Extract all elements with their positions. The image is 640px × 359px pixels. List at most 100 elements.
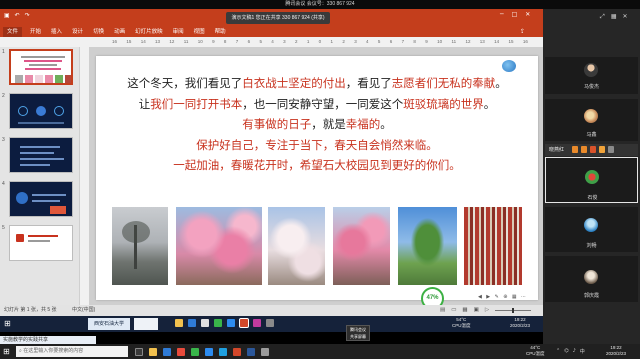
powerpoint-icon[interactable]	[233, 348, 241, 356]
members-icon[interactable]	[599, 146, 605, 153]
slide-thumbnail-panel: 1 2 3 4 5	[0, 47, 79, 305]
search-icon: ⌕	[19, 348, 22, 354]
app-icon[interactable]	[261, 348, 269, 356]
white-blossom-photo	[268, 207, 325, 285]
highlighted-text: 保护好自己，专注于当下，春天自会悄然来临。	[196, 139, 438, 152]
pink-blossom-photo	[176, 207, 262, 285]
more-icon[interactable]	[608, 146, 614, 153]
ribbon-tab[interactable]: 插入	[49, 27, 64, 37]
system-tray: ⌃ ⌬ ♪ 中	[556, 348, 585, 355]
slideshow-icon[interactable]: ▷	[485, 305, 489, 316]
participant-tile[interactable]: 马俊杰	[545, 57, 638, 94]
browser-icon[interactable]	[163, 348, 171, 356]
slide-thumbnail-1[interactable]	[9, 49, 73, 85]
screen-share-banner[interactable]: 演示文稿1 您正在共享 330 867 924 (共享)	[226, 12, 330, 24]
zoom-slider[interactable]	[495, 308, 532, 313]
participant-tile[interactable]: 郭庆霞	[545, 256, 638, 302]
close-icon[interactable]: ✕	[622, 13, 627, 21]
wechat-icon[interactable]	[191, 348, 199, 356]
cpu-temperature-label: CPU温度	[452, 323, 471, 328]
ribbon-tab[interactable]: 设计	[70, 27, 85, 37]
maximize-icon[interactable]: □	[512, 11, 518, 18]
powerpoint-icon[interactable]	[239, 318, 249, 328]
windows-start-icon[interactable]: ⊞	[4, 317, 11, 331]
task-view-icon[interactable]	[135, 348, 143, 356]
ribbon-tab[interactable]: 幻灯片放映	[133, 27, 165, 37]
app-icon[interactable]	[177, 348, 185, 356]
network-icon[interactable]: ⌬	[564, 348, 568, 355]
windows-start-icon[interactable]: ⊞	[3, 344, 10, 359]
app-icon[interactable]	[201, 319, 209, 327]
ribbon-tab[interactable]: 动画	[112, 27, 127, 37]
ribbon-tab[interactable]: 帮助	[213, 27, 228, 37]
thumbnail-number: 2	[2, 93, 5, 99]
slide-thumbnail-4[interactable]	[9, 181, 73, 217]
browser-icon[interactable]	[188, 319, 196, 327]
folder-icon[interactable]	[149, 348, 157, 356]
save-icon[interactable]: ▣	[4, 12, 10, 19]
avatar	[584, 270, 598, 284]
grid-icon[interactable]: ▦	[512, 293, 517, 302]
wechat-icon[interactable]	[214, 319, 222, 327]
more-icon[interactable]: ⋯	[521, 293, 526, 302]
previous-icon[interactable]: ◀	[478, 293, 482, 302]
input-method-icon[interactable]: 中	[580, 348, 585, 355]
normal-view-icon[interactable]: ▦	[462, 305, 467, 316]
ribbon-tab[interactable]: 切换	[91, 27, 106, 37]
taskbar-app-button[interactable]	[134, 318, 158, 330]
reading-view-icon[interactable]: ▣	[474, 305, 479, 316]
active-speaker-name: 晓燕红	[549, 147, 565, 153]
ribbon-tab[interactable]: 审阅	[171, 27, 186, 37]
taskbar-app-chip[interactable]: 西安石油大学	[88, 318, 130, 330]
close-icon[interactable]: ✕	[525, 11, 530, 18]
chevron-up-icon[interactable]: ⌃	[556, 348, 560, 355]
avatar	[584, 218, 598, 232]
ruler-tick-label: 2	[342, 39, 345, 44]
ribbon-tab[interactable]: 开始	[28, 27, 43, 37]
next-icon[interactable]: ▶	[486, 293, 490, 302]
folder-icon[interactable]	[175, 319, 183, 327]
slide-text-line: 有事做的日子，就是幸福的。	[96, 115, 538, 136]
ruler-labels: 16 15 14 13 12 11 10 9 8 7 6 5 4 3 2 1 0 1 2 3 4 5 6 7 8 9 10 11 12 1…	[112, 37, 528, 47]
minimize-icon[interactable]: ─	[500, 11, 504, 18]
ruler-tick-label: 13	[155, 39, 161, 44]
microphone-icon[interactable]	[572, 146, 578, 153]
layout-icon[interactable]: ▦	[611, 13, 617, 21]
volume-icon[interactable]: ♪	[573, 348, 576, 355]
participant-tile[interactable]: 刘畅	[545, 207, 638, 252]
zoom-icon[interactable]: ⊕	[503, 293, 507, 302]
panel-controls: ⤢ ▦ ✕	[600, 13, 628, 21]
camera-icon[interactable]	[581, 146, 587, 153]
word-icon[interactable]	[247, 348, 255, 356]
slide-thumbnail-2[interactable]	[9, 93, 73, 129]
share-screen-icon[interactable]	[590, 146, 596, 153]
zoom-slider-handle[interactable]	[512, 308, 515, 313]
comments-icon[interactable]: ▭	[451, 305, 456, 316]
participant-tile[interactable]: 石俊	[545, 157, 638, 203]
ribbon-tab[interactable]: 视图	[192, 27, 207, 37]
slide-text-block[interactable]: 这个冬天，我们看见了白衣战士坚定的付出，看见了志愿者们无私的奉献。 让我们一同打开…	[96, 74, 538, 177]
ruler-tick-label: 11	[451, 39, 457, 44]
redo-icon[interactable]: ↷	[25, 12, 30, 19]
ribbon-tab[interactable]: 文件	[3, 27, 23, 37]
slide-text-line: 让我们一同打开书本，也一同安静守望，一同爱这个斑驳琉璃的世界。	[96, 95, 538, 116]
share-notice-strip[interactable]: 实施教学的实践共享	[0, 336, 96, 344]
pen-icon[interactable]: ✎	[495, 293, 499, 302]
app-icon[interactable]	[266, 319, 274, 327]
notes-icon[interactable]: ▤	[440, 305, 445, 316]
tencent-meeting-icon[interactable]	[227, 319, 235, 327]
slide-thumbnail-3[interactable]	[9, 137, 73, 173]
app-icon[interactable]	[253, 319, 261, 327]
taskbar-pinned-apps	[175, 318, 274, 328]
slide-thumbnail-5[interactable]	[9, 225, 73, 261]
taskbar-clock[interactable]: 19:22 2020/2/23	[606, 345, 626, 357]
tencent-meeting-icon[interactable]	[205, 348, 213, 356]
language-indicator[interactable]: 中文(中国)	[72, 305, 95, 316]
undo-icon[interactable]: ↶	[15, 12, 20, 19]
expand-icon[interactable]: ⤢	[600, 13, 605, 21]
share-icon[interactable]: ⇪	[520, 28, 525, 35]
search-input[interactable]: ⌕ 在这里输入你要搜索的内容	[16, 346, 128, 357]
participant-tile[interactable]: 马鑫	[545, 99, 638, 141]
qq-icon[interactable]	[219, 348, 227, 356]
taskbar-clock[interactable]: 19:22 2020/2/23	[510, 317, 530, 329]
